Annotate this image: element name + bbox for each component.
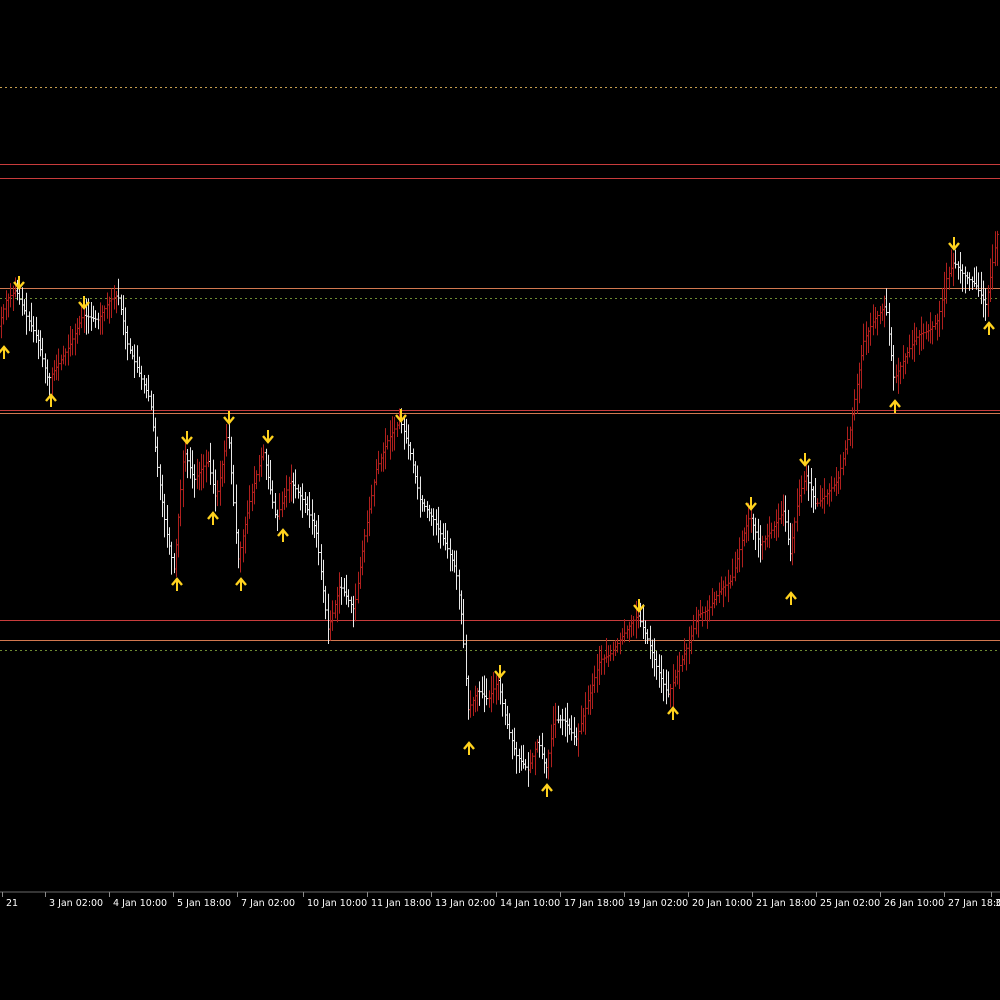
x-tick-label: 26 Jan 10:00: [884, 898, 944, 909]
x-tick-label: 19 Jan 02:00: [628, 898, 688, 909]
x-tick-label: 10 Jan 10:00: [307, 898, 367, 909]
x-tick-label: 11 Jan 18:00: [371, 898, 431, 909]
x-tick-label: 3 Jan 02:00: [49, 898, 103, 909]
price-chart: 21 3 Jan 02:00 4 Jan 10:00 5 Jan 18:00 7 Jan…: [0, 0, 1000, 1000]
chart-background: [0, 0, 1000, 1000]
x-tick-label: 31 J: [995, 898, 1000, 909]
x-tick-label: 27 Jan 18:00: [948, 898, 1000, 909]
x-tick-label: 21: [6, 898, 18, 909]
x-tick-label: 14 Jan 10:00: [500, 898, 560, 909]
x-tick-label: 4 Jan 10:00: [113, 898, 167, 909]
x-tick-label: 13 Jan 02:00: [435, 898, 495, 909]
x-tick-label: 21 Jan 18:00: [756, 898, 816, 909]
chart-canvas: 21 3 Jan 02:00 4 Jan 10:00 5 Jan 18:00 7 Jan…: [0, 0, 1000, 1000]
x-tick-label: 7 Jan 02:00: [241, 898, 295, 909]
x-tick-label: 20 Jan 10:00: [692, 898, 752, 909]
x-tick-label: 5 Jan 18:00: [177, 898, 231, 909]
x-tick-label: 17 Jan 18:00: [564, 898, 624, 909]
x-tick-label: 25 Jan 02:00: [820, 898, 880, 909]
